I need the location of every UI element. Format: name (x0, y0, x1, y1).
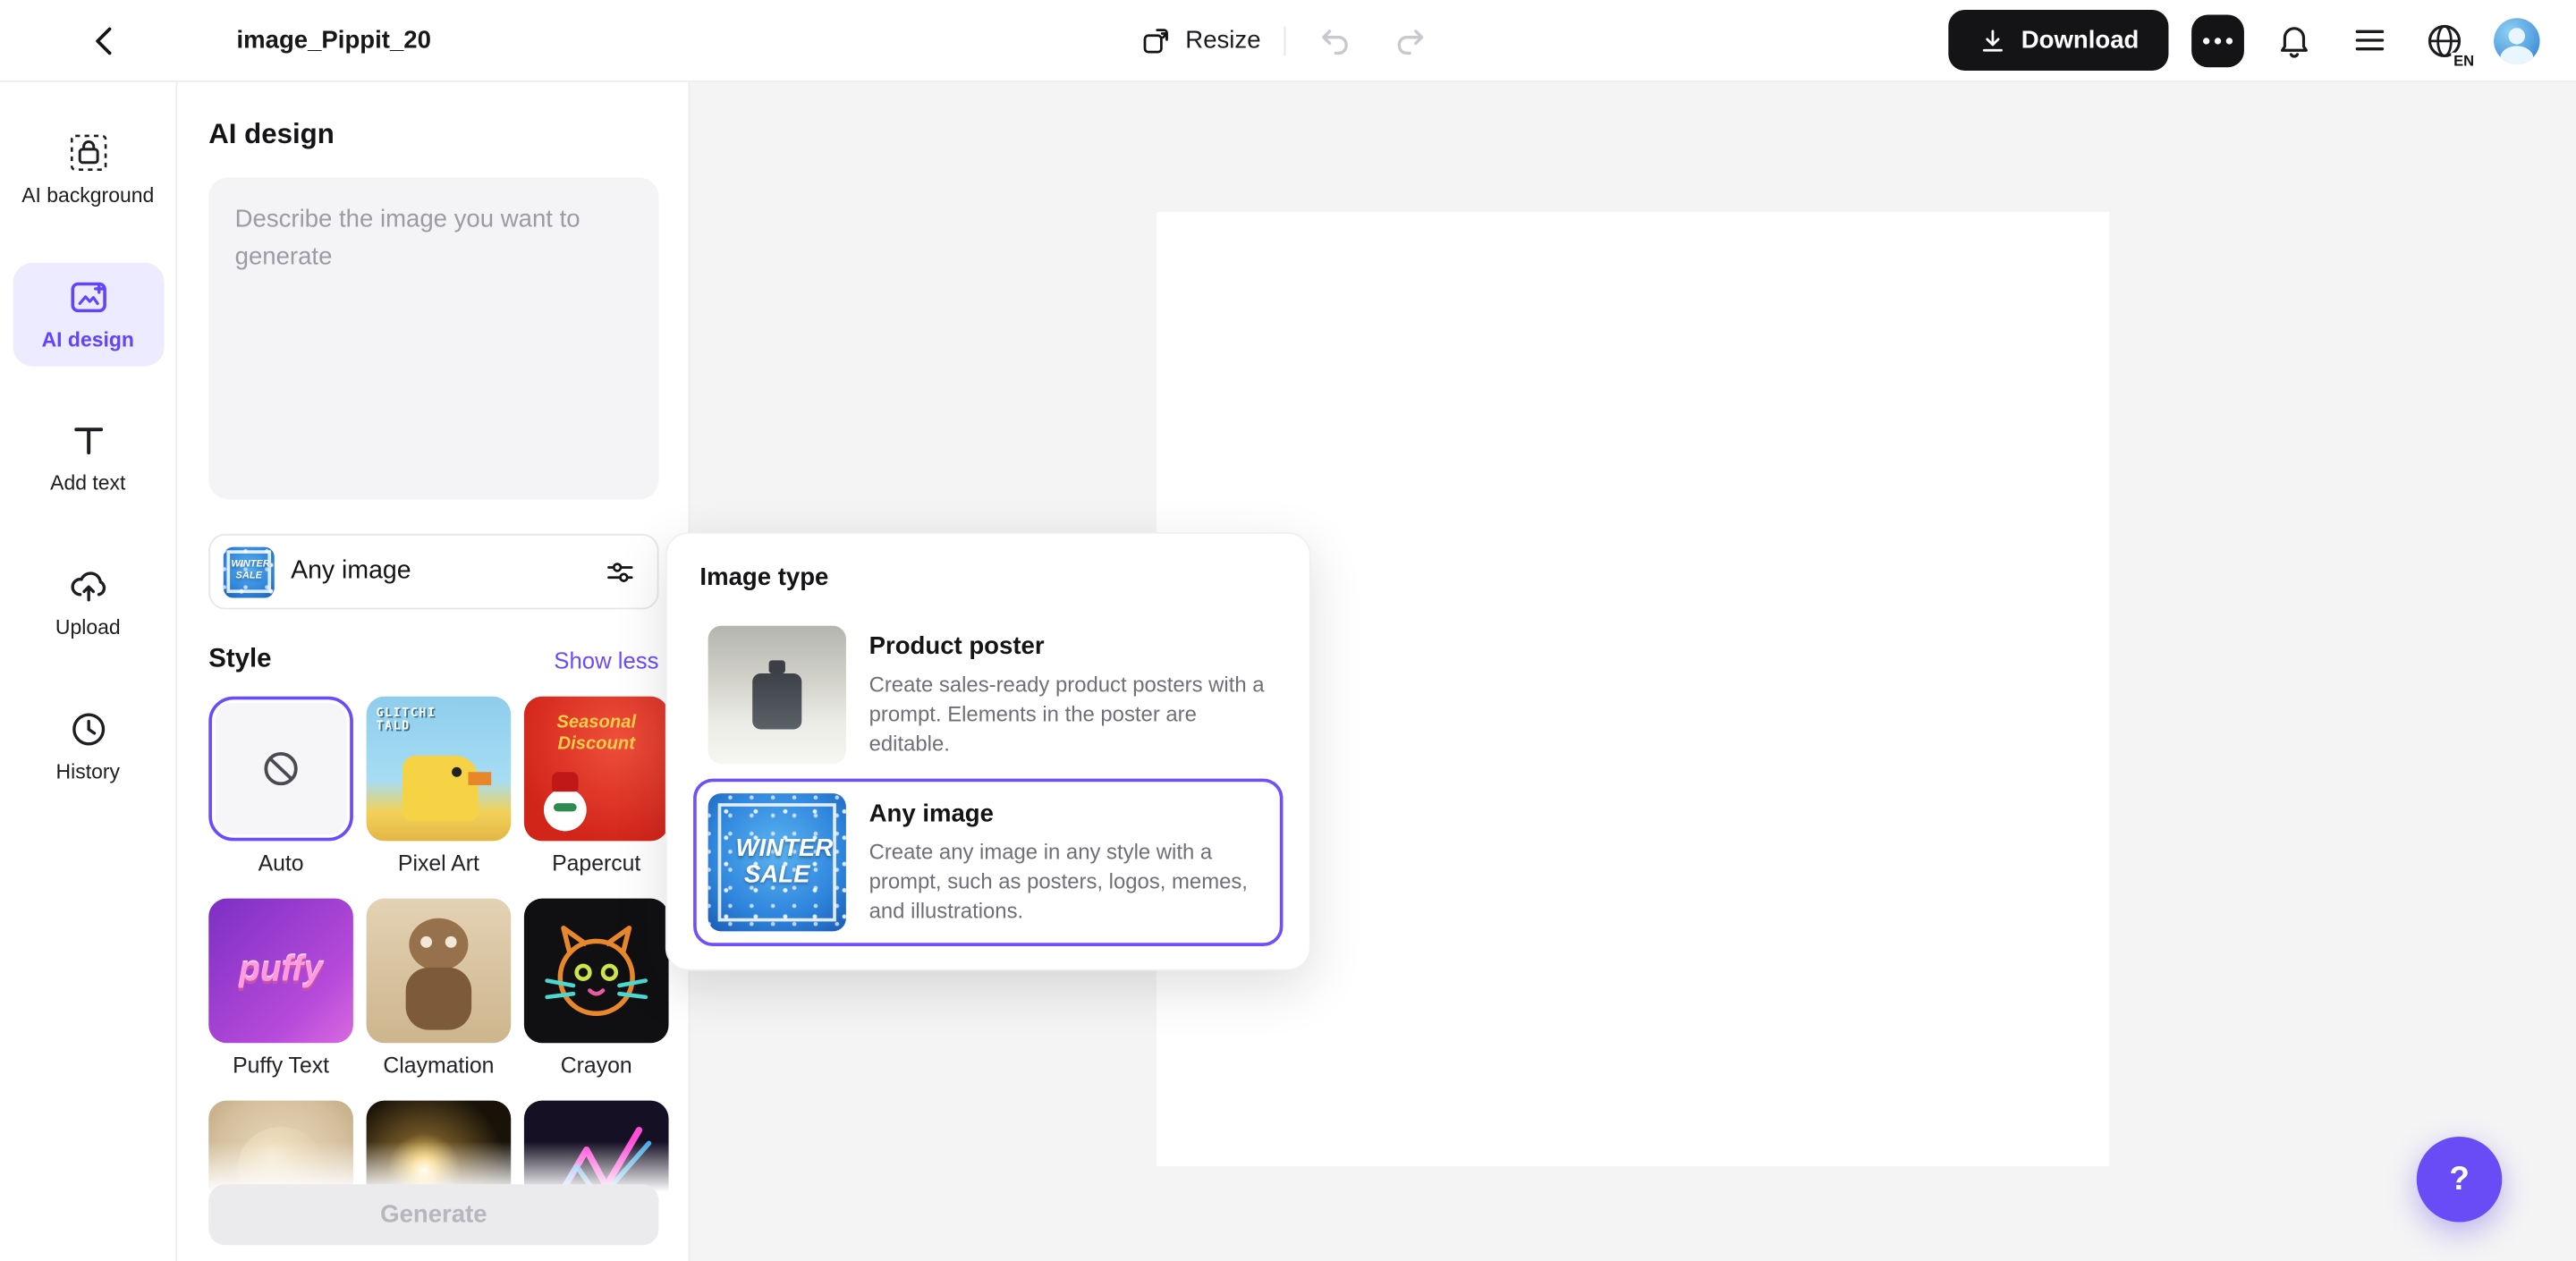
topbar-left: image_Pippit_20 (0, 14, 431, 67)
redo-icon (1392, 22, 1428, 58)
topbar: image_Pippit_20 Resize Download EN (0, 0, 2576, 82)
style-option-auto[interactable]: Auto (208, 696, 353, 876)
option-title: Any image (869, 800, 994, 828)
option-any-image[interactable]: WINTER SALE Any image Create any image i… (693, 778, 1284, 946)
panel-title: AI design (208, 118, 335, 150)
style-thumb-auto (215, 703, 347, 835)
help-button[interactable]: ? (2416, 1136, 2503, 1223)
generate-button[interactable]: Generate (208, 1184, 659, 1246)
language-button[interactable]: EN (2419, 14, 2476, 69)
download-label: Download (2021, 26, 2140, 55)
download-icon (1979, 25, 2008, 55)
style-label: Puffy Text (233, 1053, 330, 1078)
prompt-input[interactable] (208, 177, 659, 500)
add-text-icon (66, 419, 109, 462)
pixel-art-thumb-text: GLITCHI TALD (376, 706, 436, 733)
show-less-toggle[interactable]: Show less (554, 647, 658, 673)
list-lines-icon (2350, 21, 2387, 59)
sidebar-item-ai-design[interactable]: AI design (12, 262, 164, 368)
panel-footer: Generate (177, 1141, 689, 1261)
image-type-selector[interactable]: WINTER SALE Any image (208, 533, 659, 610)
back-button[interactable] (79, 14, 131, 67)
app-window: image_Pippit_20 Resize Download EN AI ba… (0, 0, 2576, 1261)
undo-button[interactable] (1309, 14, 1361, 67)
option-title: Product poster (869, 632, 1045, 661)
redo-button[interactable] (1384, 14, 1436, 67)
option-product-poster[interactable]: Product poster Create sales-ready produc… (693, 611, 1283, 778)
chevron-left-icon (87, 22, 123, 58)
style-thumb-puffy-text: puffy (208, 898, 353, 1044)
history-clock-icon (66, 707, 109, 750)
sidebar-label: AI design (41, 327, 134, 351)
sidebar-label: Add text (50, 471, 126, 495)
style-section-header: Style Show less (208, 646, 658, 675)
winter-sale-thumb-text: WINTER SALE (735, 834, 834, 889)
clay-figure-art (409, 918, 469, 971)
orders-button[interactable] (2343, 14, 2395, 67)
ellipsis-icon (2203, 37, 2210, 44)
image-type-thumbnail: WINTER SALE (223, 546, 275, 597)
language-code: EN (2452, 51, 2476, 69)
image-type-popover: Image type Product poster Create sales-r… (665, 532, 1311, 971)
download-button[interactable]: Download (1948, 10, 2169, 71)
style-label: Auto (258, 851, 304, 876)
topbar-divider (1284, 25, 1286, 55)
topbar-center: Resize (1140, 14, 1436, 67)
style-option-claymation[interactable]: Claymation (366, 898, 512, 1078)
style-label: Crayon (560, 1053, 632, 1078)
sidebar-item-upload[interactable]: Upload (13, 550, 164, 655)
style-option-pixel-art[interactable]: GLITCHI TALD Pixel Art (366, 696, 512, 876)
resize-button[interactable]: Resize (1140, 24, 1261, 57)
globe-icon: EN (2419, 14, 2476, 69)
any-image-thumbnail: WINTER SALE (708, 793, 846, 932)
puffy-thumb-text: puffy (239, 951, 323, 989)
upload-cloud-icon (66, 563, 109, 606)
prohibition-icon (259, 748, 302, 791)
more-options-button[interactable] (2191, 13, 2244, 67)
pixel-duck-art (402, 755, 492, 822)
ai-design-icon (66, 275, 109, 318)
style-thumb-papercut: Seasonal Discount (523, 696, 669, 842)
style-option-crayon[interactable]: Crayon (523, 898, 669, 1078)
option-description: Create sales-ready product posters with … (869, 672, 1265, 757)
ai-background-icon (66, 131, 109, 174)
sidebar: AI background AI design Add text Upload (0, 81, 178, 1261)
product-poster-thumbnail (708, 625, 846, 765)
style-option-puffy-text[interactable]: puffy Puffy Text (208, 898, 353, 1078)
style-thumb-crayon (523, 898, 669, 1044)
undo-icon (1317, 22, 1352, 58)
style-thumb-claymation (366, 898, 512, 1044)
perfume-bottle-art (752, 659, 802, 729)
style-label: Claymation (383, 1053, 495, 1078)
image-type-value: Any image (291, 556, 411, 585)
snowman-art (543, 772, 587, 832)
notifications-button[interactable] (2267, 14, 2320, 67)
sidebar-label: AI background (21, 183, 155, 207)
bell-icon (2275, 21, 2312, 59)
document-title: image_Pippit_20 (236, 26, 431, 55)
ai-design-panel: AI design WINTER SALE Any image Style Sh… (177, 81, 691, 1261)
resize-label: Resize (1185, 26, 1261, 55)
crayon-cat-art (545, 925, 648, 1016)
popover-title: Image type (699, 563, 829, 592)
sidebar-item-ai-background[interactable]: AI background (13, 118, 164, 223)
sidebar-label: Upload (55, 615, 121, 639)
sidebar-label: History (55, 759, 120, 783)
style-section-title: Style (208, 645, 272, 674)
winter-sale-thumb-text: WINTER SALE (231, 561, 270, 582)
sliders-icon (603, 554, 638, 589)
option-description: Create any image in any style with a pro… (869, 839, 1248, 924)
sidebar-item-add-text[interactable]: Add text (13, 406, 164, 511)
resize-icon (1140, 24, 1173, 57)
avatar[interactable] (2494, 17, 2540, 63)
papercut-thumb-text: Seasonal Discount (556, 713, 637, 754)
style-thumb-pixel-art: GLITCHI TALD (366, 696, 512, 842)
topbar-right: Download EN (1948, 10, 2576, 71)
sidebar-item-history[interactable]: History (13, 694, 164, 799)
style-option-papercut[interactable]: Seasonal Discount Papercut (523, 696, 669, 876)
style-label: Papercut (552, 851, 641, 876)
style-label: Pixel Art (397, 851, 479, 876)
